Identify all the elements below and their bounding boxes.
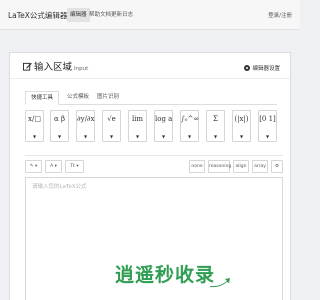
fraction-button[interactable]: x/□ ▼ bbox=[25, 110, 44, 142]
caret-down-icon: ▼ bbox=[135, 134, 140, 139]
top-nav: LaTeX公式编辑器ver1.8.2 编辑器 帮助文档 更新日志 登录/注册 bbox=[0, 0, 300, 30]
sum-button[interactable]: Σ ▼ bbox=[206, 110, 225, 142]
matrix-button[interactable]: [0 1] ▼ bbox=[258, 110, 277, 142]
sqrt-icon: √e bbox=[107, 115, 116, 123]
env-array-button[interactable]: array bbox=[252, 160, 268, 173]
limit-icon: lim bbox=[131, 115, 144, 123]
font-size-dropdown-button[interactable]: Tt ▾ bbox=[65, 160, 84, 173]
derivative-icon: ∂y/∂x bbox=[77, 115, 95, 123]
gear-icon bbox=[244, 65, 251, 71]
sub-tabs: 快捷工具 公式模板 图片识别 bbox=[25, 91, 277, 105]
caret-down-icon: ▼ bbox=[213, 134, 218, 139]
panel-title-text: 输入区域 bbox=[34, 62, 73, 73]
log-icon: log a bbox=[155, 115, 173, 123]
brackets-icon: (|x|) bbox=[234, 115, 249, 123]
caret-down-icon: ▼ bbox=[265, 134, 270, 139]
login-link[interactable]: 登录/注册 bbox=[268, 11, 292, 19]
sqrt-button[interactable]: √e ▼ bbox=[102, 110, 121, 142]
pen-dropdown-button[interactable]: ✎ ▾ bbox=[25, 160, 42, 173]
matrix-icon: [0 1] bbox=[259, 115, 276, 123]
panel-title-sub: Input bbox=[74, 66, 89, 72]
brackets-button[interactable]: (|x|) ▼ bbox=[232, 110, 251, 142]
caret-down-icon: ▼ bbox=[57, 134, 62, 139]
integral-icon: ∫₀^∞ bbox=[181, 115, 200, 123]
watermark-text: 逍遥秒收录 bbox=[115, 264, 216, 286]
derivative-button[interactable]: ∂y/∂x ▼ bbox=[76, 110, 95, 142]
caret-down-icon: ▼ bbox=[32, 134, 37, 139]
tab-quick-tools[interactable]: 快捷工具 bbox=[25, 91, 60, 105]
panel-header: 输入区域 Input 编辑器设置 bbox=[10, 53, 290, 79]
editor-settings-label: 编辑器设置 bbox=[252, 66, 280, 72]
symbol-toolbar: x/□ ▼ α β ▼ ∂y/∂x ▼ √e ▼ lim ▼ log a ▼ ∫₀^∞ ▼ Σ… bbox=[25, 110, 283, 144]
watermark-logo: 逍遥秒收录 bbox=[115, 260, 230, 290]
greek-button[interactable]: α β ▼ bbox=[50, 110, 69, 142]
edit-icon bbox=[23, 62, 32, 71]
font-size-icon: Tt bbox=[70, 164, 75, 169]
panel-title: 输入区域 Input bbox=[23, 59, 88, 73]
format-toolbar: ✎ ▾ A ▾ Tt ▾ none reasoning align array … bbox=[25, 160, 283, 174]
editor-settings-button[interactable]: 编辑器设置 bbox=[244, 64, 280, 72]
env-reasoning-button[interactable]: reasoning bbox=[208, 160, 231, 173]
tab-image-recognition[interactable]: 图片识别 bbox=[92, 91, 124, 105]
caret-down-icon: ▼ bbox=[187, 134, 192, 139]
sum-icon: Σ bbox=[213, 115, 218, 123]
settings-icon: ⚙ bbox=[274, 164, 280, 169]
toolbar-settings-button[interactable]: ⚙ bbox=[271, 160, 283, 173]
divider bbox=[25, 155, 283, 156]
font-color-icon: A bbox=[50, 164, 54, 169]
font-color-dropdown-button[interactable]: A ▾ bbox=[45, 160, 62, 173]
log-button[interactable]: log a ▼ bbox=[154, 110, 173, 142]
greek-icon: α β bbox=[54, 115, 65, 123]
env-none-button[interactable]: none bbox=[189, 160, 205, 173]
nav-tab-changelog[interactable]: 更新日志 bbox=[108, 8, 136, 22]
tab-templates[interactable]: 公式模板 bbox=[62, 91, 94, 105]
brand-name[interactable]: LaTeX公式编辑器 bbox=[8, 11, 67, 20]
limit-button[interactable]: lim ▼ bbox=[128, 110, 147, 142]
arrow-icon bbox=[210, 278, 230, 288]
caret-down-icon: ▼ bbox=[239, 134, 244, 139]
env-align-button[interactable]: align bbox=[233, 160, 249, 173]
integral-button[interactable]: ∫₀^∞ ▼ bbox=[180, 110, 199, 142]
pen-icon: ✎ bbox=[29, 164, 34, 169]
caret-down-icon: ▼ bbox=[161, 134, 166, 139]
caret-down-icon: ▼ bbox=[109, 134, 114, 139]
fraction-icon: x/□ bbox=[28, 115, 41, 123]
editor-placeholder: 请输入您的LaTeX公式 bbox=[32, 184, 87, 190]
caret-down-icon: ▼ bbox=[83, 134, 88, 139]
